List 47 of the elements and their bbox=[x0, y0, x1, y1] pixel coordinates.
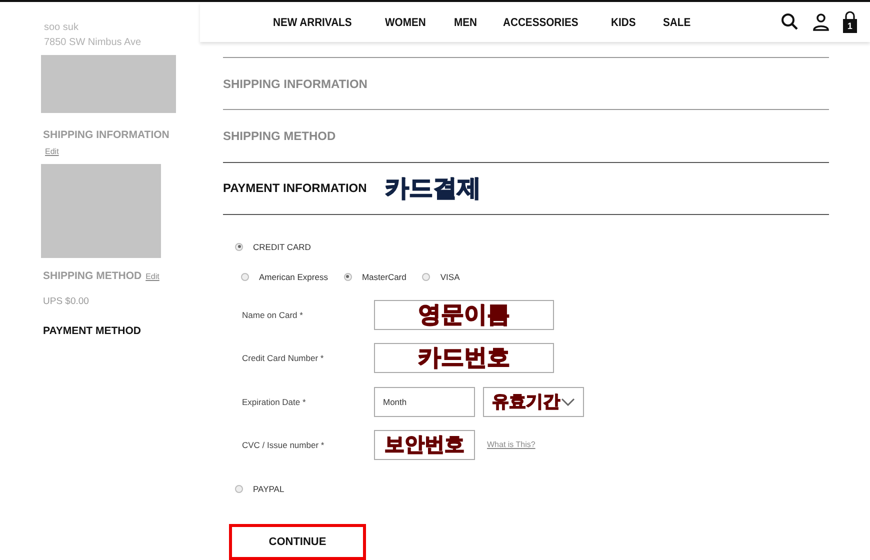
annotation-text: 유효기간 bbox=[492, 391, 560, 414]
nav-link[interactable]: SALE bbox=[662, 17, 690, 29]
year-select[interactable]: 유효기간 bbox=[483, 386, 584, 417]
annotation-text: 영문이름 bbox=[418, 300, 510, 330]
option-label: VISA bbox=[440, 272, 460, 282]
edit-link[interactable]: Edit bbox=[45, 147, 59, 156]
cart-count: 1 bbox=[847, 21, 852, 31]
field-label: CVC / Issue number * bbox=[242, 440, 326, 450]
section-title: SHIPPING INFORMATION bbox=[223, 76, 368, 91]
nav-link[interactable]: MEN bbox=[454, 17, 477, 29]
account-icon[interactable] bbox=[813, 13, 830, 31]
annotation-text: 카드결제 bbox=[384, 174, 481, 204]
radio-button[interactable] bbox=[241, 272, 249, 281]
option-label: CREDIT CARD bbox=[253, 242, 311, 252]
annotation-text: 보안번호 bbox=[384, 433, 464, 458]
section-title: PAYMENT INFORMATION bbox=[223, 181, 367, 196]
option-label: MasterCard bbox=[362, 272, 406, 282]
nav-link[interactable]: WOMEN bbox=[384, 17, 426, 29]
field-label: Name on Card * bbox=[242, 310, 304, 320]
option-label: American Express bbox=[259, 272, 328, 282]
annotation-text: 카드번호 bbox=[418, 343, 510, 372]
input-field[interactable]: 카드번호 bbox=[374, 342, 554, 373]
address-text: soo suk bbox=[44, 21, 80, 35]
input-field[interactable]: 보안번호 bbox=[374, 430, 475, 460]
nav-link[interactable]: KIDS bbox=[611, 17, 636, 29]
option-label: PAYPAL bbox=[253, 484, 284, 494]
summary-title: SHIPPING INFORMATION bbox=[43, 129, 170, 141]
nav-link[interactable]: NEW ARRIVALS bbox=[273, 17, 352, 29]
radio-button[interactable] bbox=[235, 484, 243, 493]
summary-title: PAYMENT METHOD bbox=[43, 325, 142, 337]
search-icon[interactable] bbox=[781, 13, 800, 31]
nav-link[interactable]: ACCESSORIES bbox=[503, 17, 579, 29]
address-text: 7850 SW Nimbus Ave bbox=[44, 36, 142, 50]
help-link[interactable]: What is This? bbox=[487, 440, 536, 450]
chevron-down-icon bbox=[561, 398, 575, 406]
radio-button[interactable] bbox=[344, 272, 352, 281]
radio-button[interactable] bbox=[422, 272, 430, 281]
shipping-method-value: UPS $0.00 bbox=[43, 296, 90, 307]
input-field[interactable]: 영문이름 bbox=[374, 300, 554, 330]
field-label: Credit Card Number * bbox=[242, 352, 325, 363]
field-label: Expiration Date * bbox=[242, 396, 307, 407]
summary-title: SHIPPING METHOD bbox=[43, 270, 142, 282]
continue-button[interactable]: CONTINUE bbox=[229, 524, 366, 560]
radio-button[interactable] bbox=[235, 242, 243, 251]
section-title: SHIPPING METHOD bbox=[223, 128, 336, 143]
month-select[interactable]: Month bbox=[374, 386, 475, 417]
edit-link[interactable]: Edit bbox=[146, 272, 160, 281]
